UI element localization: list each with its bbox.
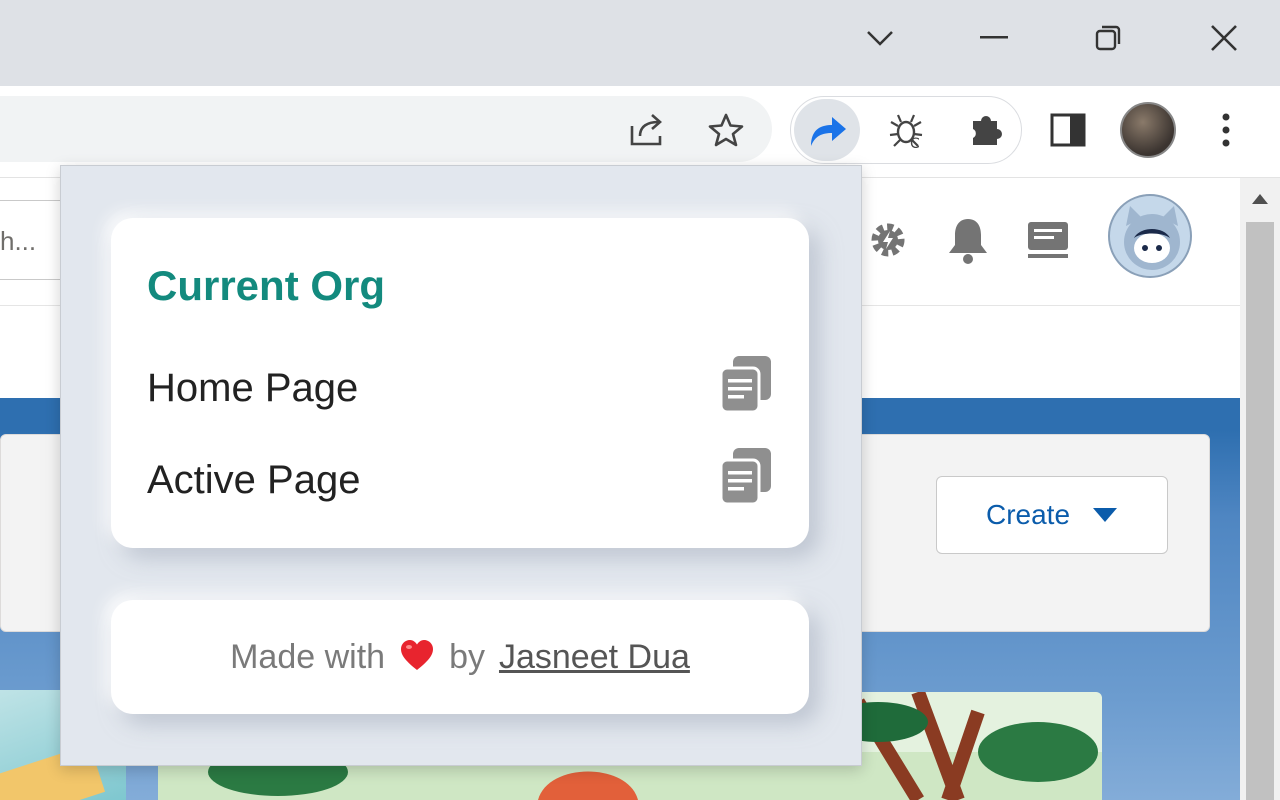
- setup-gear-icon: [871, 223, 905, 257]
- bookmark-star-icon: [708, 113, 744, 147]
- chrome-menu-button[interactable]: [1200, 104, 1252, 156]
- profile-avatar[interactable]: [1120, 102, 1176, 158]
- dropdown-caret-icon: [1093, 508, 1118, 522]
- author-link[interactable]: Jasneet Dua: [499, 638, 690, 677]
- create-button-label: Create: [985, 499, 1071, 530]
- svg-text:C: C: [910, 136, 920, 150]
- close-window-button[interactable]: [1196, 12, 1252, 64]
- scroll-up-arrow[interactable]: [1240, 184, 1280, 214]
- extensions-puzzle-icon: [973, 116, 1002, 145]
- popup-title: Current Org: [147, 262, 386, 309]
- copy-icon: [719, 448, 771, 506]
- current-org-card: Current Org Home Page Active Page: [111, 218, 809, 548]
- close-icon: [1211, 25, 1237, 51]
- notifications-button[interactable]: [940, 212, 996, 268]
- bookmark-button[interactable]: [700, 104, 752, 156]
- feedback-icon: [1028, 222, 1068, 258]
- extensions-button[interactable]: [960, 104, 1012, 156]
- copy-home-page-button[interactable]: [717, 354, 775, 416]
- search-placeholder: h...: [0, 226, 37, 256]
- credits-card: Made with by Jasneet Dua: [111, 600, 809, 714]
- setup-button[interactable]: [860, 212, 916, 268]
- share-icon: [630, 114, 662, 146]
- astro-avatar-icon: [1124, 206, 1180, 270]
- active-page-label: Active Page: [147, 458, 361, 502]
- restore-icon: [1095, 25, 1121, 51]
- create-button[interactable]: Create: [936, 476, 1168, 554]
- tab-search-button[interactable]: [852, 12, 908, 64]
- heart-icon: [399, 639, 435, 676]
- copy-active-page-button[interactable]: [717, 446, 775, 508]
- minimize-icon: [980, 36, 1008, 39]
- share-button[interactable]: [622, 104, 674, 156]
- side-panel-icon: [1050, 113, 1086, 147]
- chevron-down-icon: [867, 31, 893, 46]
- browser-titlebar: [0, 0, 1280, 86]
- restore-button[interactable]: [1080, 12, 1136, 64]
- redirect-extension-button[interactable]: [794, 99, 860, 161]
- page-scrollbar[interactable]: [1240, 178, 1280, 800]
- bug-extension-button[interactable]: C: [880, 104, 932, 156]
- redirect-arrow-icon: [811, 117, 846, 146]
- scrollbar-thumb[interactable]: [1246, 222, 1274, 800]
- bug-icon: C: [889, 114, 923, 150]
- notifications-bell-icon: [949, 219, 987, 264]
- menu-dots-icon: [1222, 113, 1230, 147]
- home-page-label: Home Page: [147, 366, 359, 410]
- side-panel-button[interactable]: [1042, 104, 1094, 156]
- extension-popup: Current Org Home Page Active Page Made w…: [60, 165, 862, 766]
- made-with-text: Made with: [230, 637, 386, 676]
- user-avatar[interactable]: [1108, 194, 1192, 278]
- by-text: by: [449, 637, 485, 676]
- minimize-button[interactable]: [966, 12, 1022, 64]
- copy-icon: [719, 356, 771, 414]
- arrow-up-icon: [1252, 194, 1268, 204]
- feedback-button[interactable]: [1020, 212, 1076, 268]
